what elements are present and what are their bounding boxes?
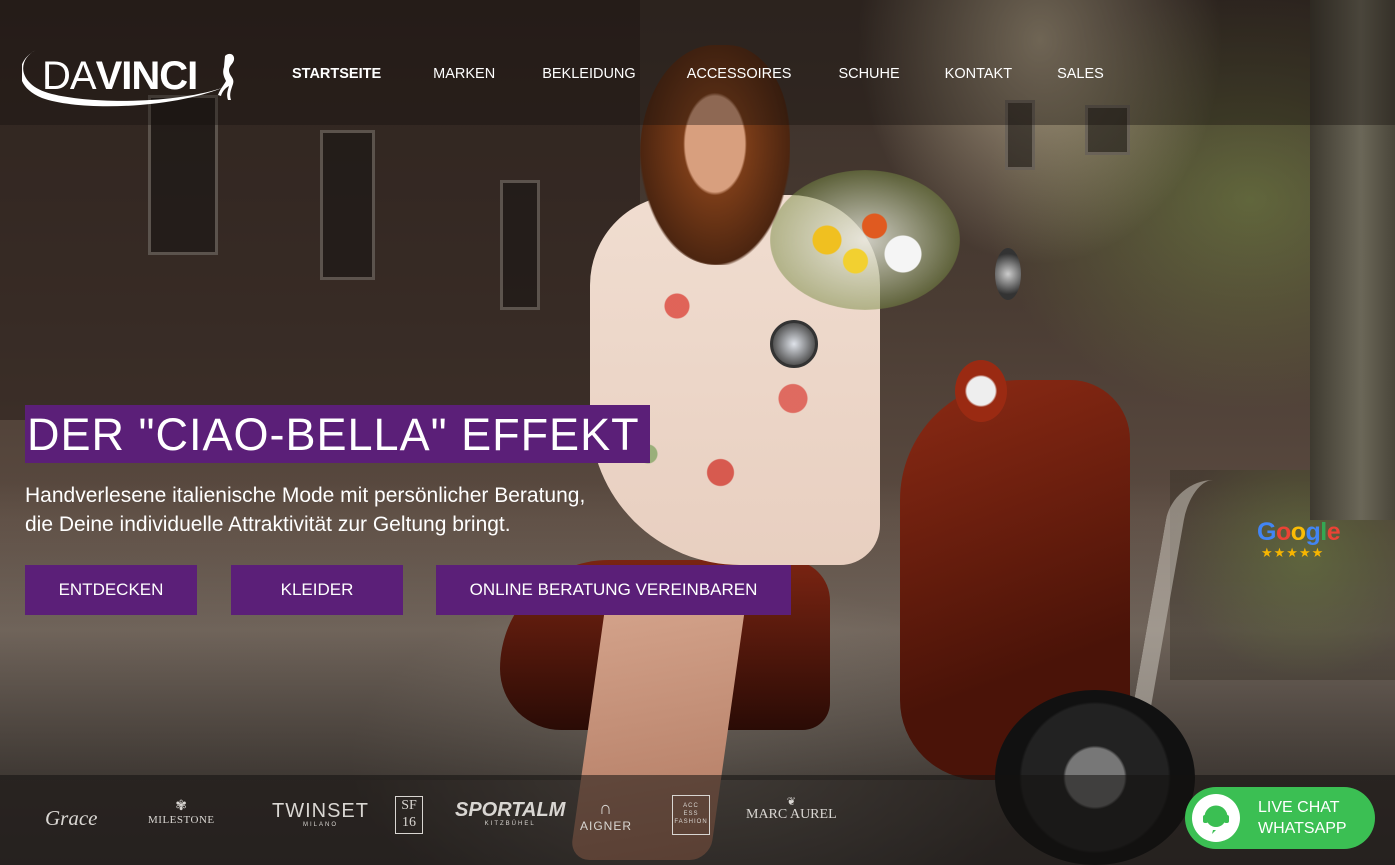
davinci-logo[interactable]: DAVINCI [22, 46, 247, 116]
building-window [500, 180, 540, 310]
site-header: DAVINCI STARTSEITE MARKEN BEKLEIDUNG ACC… [0, 0, 1395, 125]
google-letter: o [1275, 518, 1291, 546]
whatsapp-label-line: WHATSAPP [1258, 820, 1347, 837]
google-logo: Google [1257, 520, 1347, 545]
google-letter: o [1290, 518, 1306, 546]
brand-subtitle: KITZBÜHEL [484, 821, 536, 827]
logo-part-vinci: VINCI [95, 54, 199, 98]
whatsapp-label-line: LIVE CHAT [1258, 799, 1340, 816]
hero-subline-line: Handverlesene italienische Mode mit pers… [25, 484, 586, 507]
brand-name: SF [401, 798, 417, 813]
brand-name: ACC [683, 803, 699, 809]
nav-item-bekleidung[interactable]: BEKLEIDUNG [542, 66, 635, 82]
hero-subline: Handverlesene italienische Mode mit pers… [25, 481, 705, 539]
kleider-button[interactable]: KLEIDER [231, 565, 403, 615]
nav-item-sales[interactable]: SALES [1057, 66, 1104, 82]
google-letter: G [1257, 518, 1276, 546]
hero-headline: DER "CIAO-BELLA" EFFEKT [27, 408, 640, 460]
building-window [320, 130, 375, 280]
nav-item-kontakt[interactable]: KONTAKT [945, 66, 1012, 82]
brand-logo-access[interactable]: ACC ESS FASHION [672, 795, 710, 835]
hero-headline-box: DER "CIAO-BELLA" EFFEKT [25, 405, 650, 463]
brand-name: TWINSET [272, 800, 369, 822]
flower-bouquet [770, 170, 960, 310]
google-letter: g [1305, 518, 1321, 546]
brand-name: AIGNER [580, 819, 633, 833]
rating-stars-icon: ★★★★★ [1261, 545, 1325, 560]
brand-name: SPORTALM [455, 799, 566, 821]
brand-logo-sf16[interactable]: SF 16 [395, 796, 423, 834]
logo-wordmark: DAVINCI [42, 54, 199, 99]
scooter-mirror [995, 248, 1021, 300]
logo-part-da: DA [42, 54, 97, 98]
scooter-headlight [955, 360, 1007, 422]
whatsapp-label: LIVE CHAT WHATSAPP [1258, 797, 1347, 839]
brand-name: MILESTONE [148, 814, 215, 826]
brand-name: ESS [683, 811, 699, 817]
nav-item-startseite[interactable]: STARTSEITE [292, 66, 381, 82]
milestone-star-icon: ✾ [175, 799, 188, 814]
brand-name: 16 [402, 815, 416, 830]
brand-logo-aigner[interactable]: ∩ AIGNER [580, 797, 632, 833]
google-rating-badge[interactable]: Google ★★★★★ [1257, 520, 1347, 565]
hero-subline-line: die Deine individuelle Attraktivität zur… [25, 513, 511, 536]
nav-item-schuhe[interactable]: SCHUHE [838, 66, 899, 82]
brand-subtitle: MILANO [302, 822, 338, 828]
brand-logo-milestone[interactable]: ✾ MILESTONE [148, 799, 215, 827]
brand-name: MARC AUREL [746, 807, 837, 822]
brand-logo-grace[interactable]: Grace [45, 806, 97, 831]
whatsapp-live-chat-button[interactable]: LIVE CHAT WHATSAPP [1185, 787, 1375, 849]
brand-subtitle: FASHION [674, 819, 708, 825]
chat-support-icon [1192, 794, 1240, 842]
nav-item-accessoires[interactable]: ACCESSOIRES [687, 66, 792, 82]
scooter-mirror [770, 320, 818, 368]
google-letter: e [1326, 518, 1341, 546]
brand-logo-twinset[interactable]: TWINSET MILANO [272, 801, 369, 829]
nav-item-marken[interactable]: MARKEN [433, 66, 495, 82]
brand-logo-marc-aurel[interactable]: ❦ MARC AUREL [746, 796, 837, 822]
entdecken-button[interactable]: ENTDECKEN [25, 565, 197, 615]
aigner-horseshoe-icon: ∩ [599, 798, 613, 818]
online-beratung-button[interactable]: ONLINE BERATUNG VEREINBAREN [436, 565, 791, 615]
brand-logo-sportalm[interactable]: SPORTALM KITZBÜHEL [455, 800, 565, 828]
main-navigation: STARTSEITE MARKEN BEKLEIDUNG ACCESSOIRES… [292, 66, 1104, 82]
